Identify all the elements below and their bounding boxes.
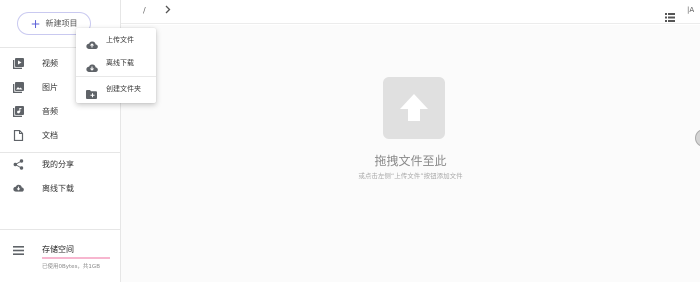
menu-item-offline-download[interactable]: 离线下载: [76, 52, 156, 74]
top-toolbar: / |A: [121, 0, 700, 24]
sidebar-item-label: 文档: [42, 130, 58, 140]
sidebar-item-label: 音频: [42, 106, 58, 116]
list-view-icon[interactable]: [665, 7, 675, 22]
sidebar-item-label: 图片: [42, 82, 58, 92]
sidebar-item-label: 视频: [42, 58, 58, 68]
new-project-label: 新建项目: [45, 19, 78, 28]
storage-progress-bar: [42, 257, 110, 259]
menu-item-upload-file[interactable]: 上传文件: [76, 29, 156, 51]
share-icon: [13, 158, 24, 170]
document-icon: [13, 129, 24, 141]
image-icon: [13, 81, 24, 93]
file-drop-zone[interactable]: 拖拽文件至此 或点击左侧“上传文件”按钮添加文件: [121, 25, 700, 282]
breadcrumb-root[interactable]: /: [143, 6, 146, 15]
new-item-menu: 上传文件 离线下载 创建文件夹: [76, 28, 156, 103]
upload-arrow-icon: [383, 77, 445, 139]
drop-hint: 或点击左侧“上传文件”按钮添加文件: [358, 172, 463, 180]
chevron-right-icon[interactable]: [165, 5, 171, 17]
app-root: + 新建项目 视频 图片 音频 文档 我的分享 离线下载 存储空间 已使用0By…: [0, 0, 700, 282]
side-panel-handle[interactable]: [695, 129, 700, 147]
cloud-download-icon: [86, 58, 98, 73]
sidebar-item-my-shares[interactable]: 我的分享: [0, 154, 121, 174]
menu-item-label: 上传文件: [106, 36, 134, 44]
drop-title: 拖拽文件至此: [374, 154, 447, 168]
cloud-upload-icon: [86, 35, 98, 50]
menu-item-label: 离线下载: [106, 59, 134, 67]
storage-title: 存储空间: [42, 245, 74, 254]
new-folder-icon: [86, 84, 97, 99]
storage-usage-text: 已使用0Bytes，共1GB: [42, 264, 100, 270]
menu-item-create-folder[interactable]: 创建文件夹: [76, 78, 156, 100]
storage-icon: [13, 245, 24, 256]
menu-divider: [76, 76, 156, 77]
sidebar-item-documents[interactable]: 文档: [0, 125, 121, 145]
audio-icon: [13, 105, 24, 117]
sidebar-item-audio[interactable]: 音频: [0, 101, 121, 121]
sidebar-divider: [0, 229, 121, 230]
cloud-download-icon: [13, 183, 24, 194]
sidebar-item-label: 离线下载: [42, 183, 74, 193]
sort-button[interactable]: |A: [687, 6, 694, 14]
menu-item-label: 创建文件夹: [106, 85, 141, 93]
plus-icon: +: [30, 16, 41, 31]
sidebar-item-label: 我的分享: [42, 159, 74, 169]
video-icon: [13, 57, 24, 69]
sidebar-divider: [0, 152, 121, 153]
sidebar-item-offline-download[interactable]: 离线下载: [0, 178, 121, 198]
